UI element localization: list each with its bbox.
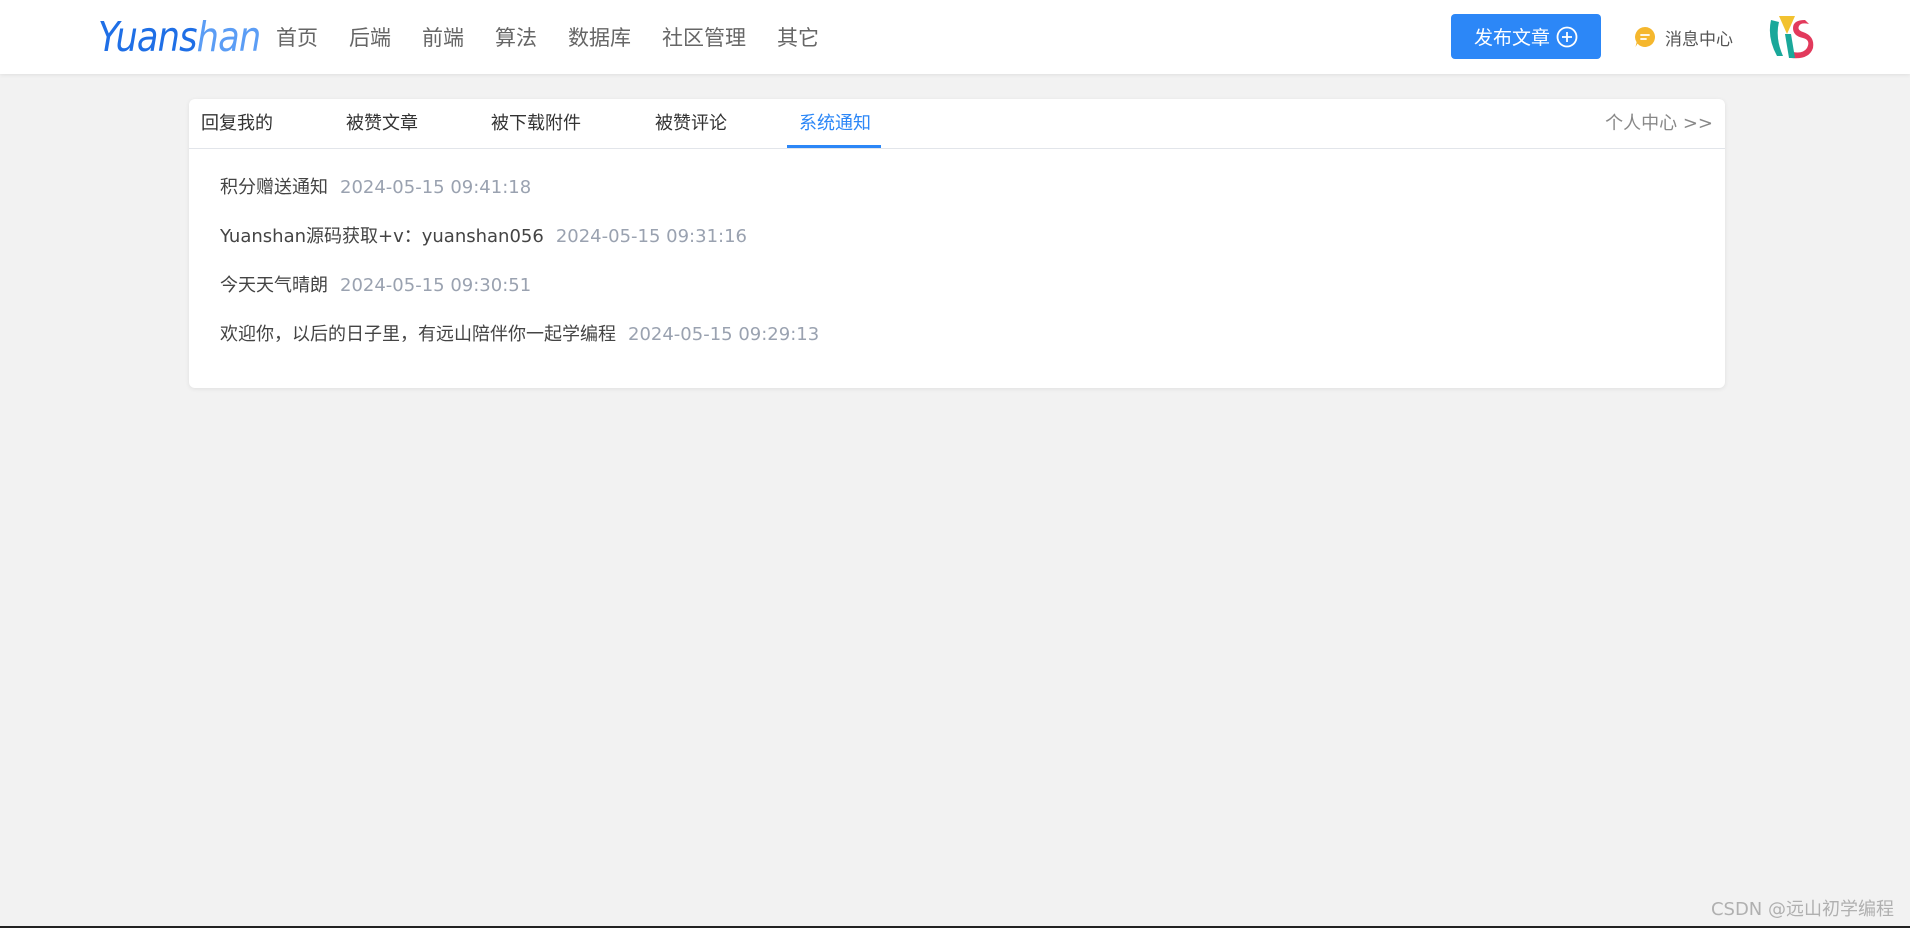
nav-item-other[interactable]: 其它: [777, 20, 819, 56]
tab-liked-comments[interactable]: 被赞评论: [655, 99, 727, 148]
message-tabs: 回复我的 被赞文章 被下载附件 被赞评论 系统通知 个人中心 >>: [189, 99, 1725, 149]
notification-title: 积分赠送通知: [220, 177, 328, 198]
publish-button-label: 发布文章: [1473, 27, 1550, 49]
chat-bubble-icon: [1635, 26, 1656, 47]
main-nav: 首页 后端 前端 算法 数据库 社区管理 其它: [276, 20, 850, 56]
notification-title: 今天天气晴朗: [220, 275, 328, 296]
list-item[interactable]: 积分赠送通知 2024-05-15 09:41:18: [220, 175, 819, 224]
notification-card: 回复我的 被赞文章 被下载附件 被赞评论 系统通知 个人中心 >> 积分赠送通知…: [189, 99, 1725, 388]
logo-text-part1: Yuans: [98, 13, 198, 61]
top-navbar: Yuanshan 首页 后端 前端 算法 数据库 社区管理 其它 发布文章 消息…: [0, 0, 1910, 74]
tab-replies[interactable]: 回复我的: [201, 99, 273, 148]
active-tab-indicator: [787, 145, 881, 148]
notification-time: 2024-05-15 09:31:16: [555, 226, 747, 247]
plus-circle-icon: [1556, 26, 1578, 47]
notification-list: 积分赠送通知 2024-05-15 09:41:18 Yuanshan源码获取+…: [220, 175, 819, 371]
personal-center-link[interactable]: 个人中心 >>: [1605, 99, 1713, 148]
message-center-label: 消息中心: [1665, 29, 1733, 50]
notification-time: 2024-05-15 09:29:13: [628, 324, 820, 345]
publish-article-button[interactable]: 发布文章: [1451, 14, 1601, 59]
nav-item-home[interactable]: 首页: [276, 20, 318, 56]
tab-downloaded-attachments[interactable]: 被下载附件: [491, 99, 581, 148]
notification-title: 欢迎你，以后的日子里，有远山陪伴你一起学编程: [220, 324, 616, 345]
tab-system-notifications[interactable]: 系统通知: [799, 99, 871, 148]
notification-title: Yuanshan源码获取+v：yuanshan056: [220, 226, 544, 247]
list-item[interactable]: Yuanshan源码获取+v：yuanshan056 2024-05-15 09…: [220, 224, 819, 273]
nav-item-backend[interactable]: 后端: [349, 20, 391, 56]
logo-text-part2: han: [196, 13, 262, 61]
user-avatar[interactable]: [1765, 14, 1817, 60]
site-logo[interactable]: Yuanshan: [98, 12, 262, 62]
nav-item-frontend[interactable]: 前端: [422, 20, 464, 56]
tab-liked-articles[interactable]: 被赞文章: [346, 99, 418, 148]
watermark-text: CSDN @远山初学编程: [1710, 899, 1894, 920]
list-item[interactable]: 欢迎你，以后的日子里，有远山陪伴你一起学编程 2024-05-15 09:29:…: [220, 322, 819, 371]
nav-item-database[interactable]: 数据库: [568, 20, 631, 56]
nav-item-algorithm[interactable]: 算法: [495, 20, 537, 56]
message-center-link[interactable]: 消息中心: [1633, 22, 1733, 52]
notification-time: 2024-05-15 09:41:18: [340, 177, 532, 198]
list-item[interactable]: 今天天气晴朗 2024-05-15 09:30:51: [220, 273, 819, 322]
nav-item-community[interactable]: 社区管理: [662, 20, 746, 56]
notification-time: 2024-05-15 09:30:51: [340, 275, 532, 296]
